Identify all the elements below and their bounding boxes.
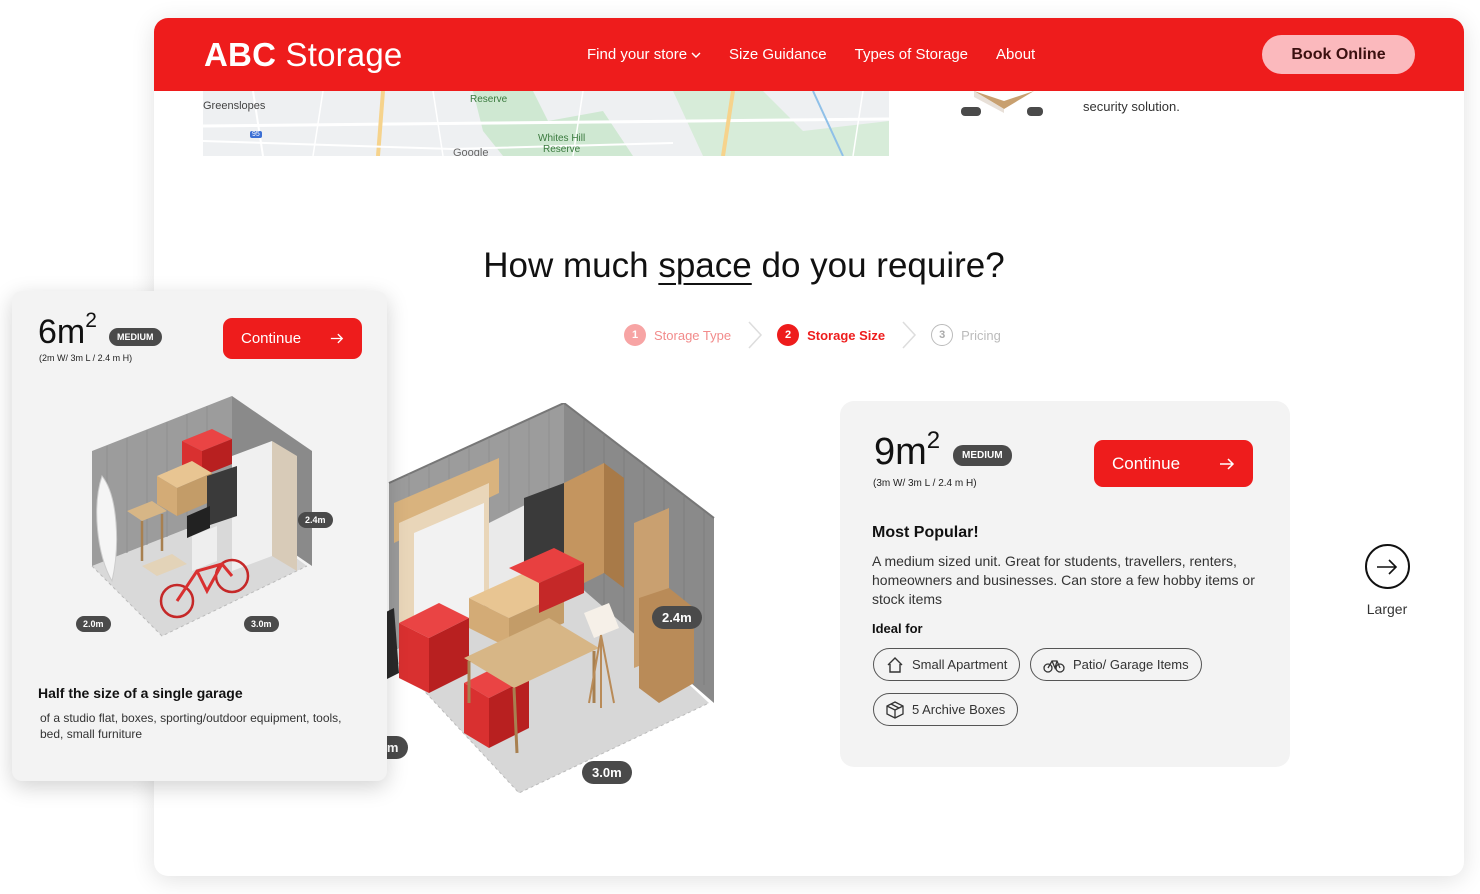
small-unit-length-tag: 2.0m <box>76 616 111 632</box>
unit-9m2-graphic <box>374 401 715 794</box>
chip-archive-boxes-label: 5 Archive Boxes <box>912 702 1006 717</box>
unit-size: 9m2 <box>874 427 940 474</box>
chip-small-apartment-label: Small Apartment <box>912 657 1008 672</box>
nav-size-guidance-label: Size Guidance <box>729 46 827 63</box>
unit-width-tag: 3.0m <box>582 761 632 784</box>
unit-height-tag: 2.4m <box>652 606 702 629</box>
logo-bold-text: ABC <box>204 36 277 73</box>
security-text: security solution. <box>1083 99 1180 114</box>
chip-small-apartment: Small Apartment <box>873 648 1021 681</box>
progress-steps: 1 Storage Type 2 Storage Size 3 Pricing <box>624 320 1001 350</box>
continue-label: Continue <box>1112 453 1181 473</box>
storage-unit-thumbnail-icon <box>961 91 1043 116</box>
small-unit-size: 6m2 <box>38 309 97 352</box>
detail-description: A medium sized unit. Great for students,… <box>872 553 1255 607</box>
arrow-right-icon <box>330 333 344 344</box>
small-unit-height-tag: 2.4m <box>298 512 333 528</box>
arrow-right-icon <box>1220 457 1235 470</box>
nav-about-label: About <box>996 46 1036 63</box>
site-header: ABC Storage Find your store Size Guidanc… <box>154 18 1464 91</box>
map-label-reserve-2: Reserve <box>543 144 581 155</box>
small-continue-label: Continue <box>241 330 302 347</box>
page: ABC Storage Find your store Size Guidanc… <box>0 0 1480 894</box>
unit-size-value: 9m <box>874 431 927 473</box>
nav-types-label: Types of Storage <box>854 46 969 63</box>
arrow-right-icon <box>1377 558 1398 575</box>
small-unit-card: 6m2 MEDIUM (2m W/ 3m L / 2.4 m H) Contin… <box>12 291 387 781</box>
small-unit-illustration: 2.4m 2.0m 3.0m <box>76 396 342 646</box>
small-unit-description: of a studio flat, boxes, sporting/outdoo… <box>40 711 342 741</box>
step-pricing[interactable]: 3 Pricing <box>931 324 1001 346</box>
nav-find-store[interactable]: Find your store <box>587 46 701 63</box>
book-online-button[interactable]: Book Online <box>1262 35 1415 74</box>
step-3-label: Pricing <box>961 327 1001 343</box>
unit-size-sup: 2 <box>926 427 941 454</box>
title-before: How much <box>483 246 659 285</box>
chip-archive-boxes: 5 Archive Boxes <box>873 693 1019 726</box>
chip-patio-garage: Patio/ Garage Items <box>1030 648 1202 681</box>
chevron-right-icon <box>902 321 917 349</box>
logo-light-text: Storage <box>285 36 403 73</box>
step-1-label: Storage Type <box>654 327 732 343</box>
size-detail-card: 9m2 MEDIUM (3m W/ 3m L / 2.4 m H) Contin… <box>840 401 1290 767</box>
map-label-greenslopes: Greenslopes <box>203 100 266 112</box>
size-badge: MEDIUM <box>953 445 1012 466</box>
logo[interactable]: ABC Storage <box>204 36 402 74</box>
continue-button[interactable]: Continue <box>1094 440 1253 487</box>
step-storage-type[interactable]: 1 Storage Type <box>624 324 731 346</box>
step-3-number: 3 <box>931 324 954 346</box>
nav-size-guidance[interactable]: Size Guidance <box>729 46 827 63</box>
small-unit-heading: Half the size of a single garage <box>38 685 243 701</box>
small-unit-dimensions: (2m W/ 3m L / 2.4 m H) <box>39 353 133 363</box>
title-after: do you require? <box>751 246 1005 285</box>
small-unit-width-tag: 3.0m <box>244 616 279 632</box>
store-map[interactable]: Greenslopes Reserve Whites Hill Reserve … <box>203 91 889 156</box>
map-google-logo: Google <box>453 147 489 156</box>
nav-find-store-label: Find your store <box>587 46 688 63</box>
chevron-right-icon <box>748 321 763 349</box>
title-highlight: space <box>658 246 752 285</box>
larger-label: Larger <box>1366 601 1408 617</box>
small-unit-size-sup: 2 <box>85 309 97 332</box>
step-storage-size[interactable]: 2 Storage Size <box>777 324 885 346</box>
step-2-number: 2 <box>777 324 800 346</box>
page-title: How much space do you require? <box>154 246 1334 286</box>
larger-size-nav[interactable]: Larger <box>1363 544 1411 617</box>
main-nav: Find your store Size Guidance Types of S… <box>587 46 1035 63</box>
map-label-whites-hill: Whites Hill <box>538 133 586 144</box>
step-2-label: Storage Size <box>807 327 886 343</box>
bicycle-icon <box>1043 659 1065 673</box>
nav-about[interactable]: About <box>996 46 1035 63</box>
nav-types-of-storage[interactable]: Types of Storage <box>855 46 968 63</box>
unit-dimensions: (3m W/ 3m L / 2.4 m H) <box>873 478 977 489</box>
small-unit-continue-button[interactable]: Continue <box>223 318 362 359</box>
step-1-number: 1 <box>624 324 646 346</box>
map-route-95: 95 <box>250 131 262 138</box>
chevron-down-icon <box>691 52 701 58</box>
map-label-reserve: Reserve <box>470 94 508 105</box>
chip-patio-garage-label: Patio/ Garage Items <box>1073 657 1189 672</box>
box-icon <box>886 700 904 719</box>
storage-unit-illustration: 2.4m 3.0m .0m <box>366 401 779 808</box>
house-icon <box>887 656 903 673</box>
small-unit-badge: MEDIUM <box>109 328 162 346</box>
arrow-right-circle[interactable] <box>1364 544 1410 589</box>
ideal-for-label: Ideal for <box>872 621 923 636</box>
detail-heading: Most Popular! <box>872 524 979 541</box>
small-unit-size-value: 6m <box>38 313 86 351</box>
